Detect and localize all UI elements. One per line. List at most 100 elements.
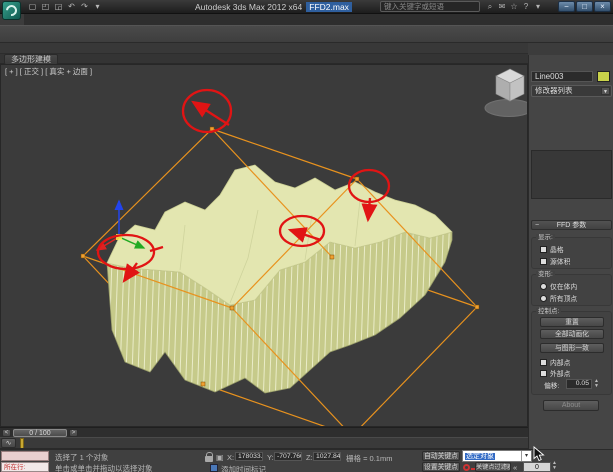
modifier-list-label: 修改器列表 [535, 86, 573, 95]
radio-icon [540, 283, 547, 290]
lattice-label: 晶格 [550, 247, 564, 254]
lattice-checkbox[interactable]: 晶格 [540, 244, 564, 254]
auto-key-button[interactable]: 自动关键点 [422, 451, 460, 461]
control-points-group: 控制点: 重置 全部动画化 与图形一致 内部点 外部点 偏移: 0.05 ▲ ▼ [531, 308, 612, 395]
modifier-stack [531, 150, 612, 199]
add-time-tag[interactable]: 添加时间标记 [221, 464, 266, 472]
communication-center-icon[interactable]: ✉ [496, 1, 508, 12]
maximize-button[interactable]: □ [576, 1, 593, 12]
prompt-line: 单击或单击并拖动以选择对象 [55, 464, 153, 472]
display-group: 显示: 晶格 源体积 [531, 234, 612, 269]
frame-spinner-icon[interactable]: ▲ ▼ [552, 461, 557, 471]
deform-group-label: 变形: [536, 271, 555, 279]
track-bar[interactable] [0, 437, 528, 449]
3dsmax-window: ▢ ◰ ◲ ↶ ↷ ▾ Autodesk 3ds Max 2012 x64 FFD2.max… [0, 0, 613, 472]
open-mini-curve-editor-button[interactable]: ∿ [1, 438, 16, 448]
checkbox-icon [540, 359, 547, 366]
app-logo-button[interactable] [2, 1, 21, 20]
minimize-button[interactable]: − [558, 1, 575, 12]
display-group-label: 显示: [536, 234, 555, 242]
favorites-icon[interactable]: ☆ [508, 1, 520, 12]
app-title: Autodesk 3ds Max 2012 x64 [195, 2, 303, 12]
time-tag-icon [210, 464, 218, 472]
set-keys-icon[interactable] [463, 464, 477, 471]
command-panel: Line003 修改器列表 ▼ − FFD 参数 显示: 晶格 源体积 变形: 仅… [528, 55, 613, 449]
search-placeholder: 键入关键字或短语 [384, 2, 444, 11]
checkbox-icon [540, 246, 547, 253]
y-coord-label: Y: [267, 453, 274, 462]
only-in-volume-label: 仅在体内 [550, 284, 578, 291]
window-title: Autodesk 3ds Max 2012 x64 FFD2.max [195, 2, 352, 12]
object-name-field[interactable]: Line003 [531, 71, 593, 82]
open-file-icon[interactable]: ◰ [39, 1, 52, 12]
maxscript-listener-pane[interactable]: 所在行: [1, 462, 49, 472]
search-icon[interactable]: ⌕ [484, 1, 496, 12]
spinner-arrows-icon[interactable]: ▲ ▼ [594, 379, 599, 389]
outside-points-label: 外部点 [550, 371, 571, 378]
viewcube[interactable] [484, 68, 534, 117]
z-coord-label: Z: [306, 453, 313, 462]
help-dropdown-icon[interactable]: ▾ [532, 1, 544, 12]
offset-spinner[interactable]: 0.05 [566, 379, 592, 389]
y-coord-field[interactable]: -707.760m [274, 452, 302, 461]
ffd-params-rollout-header[interactable]: − FFD 参数 [531, 220, 612, 230]
infocenter-icons: ⌕ ✉ ☆? ▾ [484, 1, 544, 12]
main-toolbar [0, 25, 613, 43]
time-slider-handle[interactable]: 0 / 100 [13, 429, 67, 437]
search-input[interactable]: 键入关键字或短语 [380, 1, 480, 12]
checkbox-icon [540, 258, 547, 265]
x-coord-field[interactable]: 178033.253m [235, 452, 263, 461]
reset-button[interactable]: 重置 [540, 317, 604, 327]
outside-points-checkbox[interactable]: 外部点 [540, 368, 570, 378]
workspaces-dropdown-icon[interactable]: ▾ [91, 1, 104, 12]
undo-icon[interactable]: ↶ [65, 1, 78, 12]
conform-to-shape-button[interactable]: 与图形一致 [540, 343, 604, 353]
selection-lock-icon[interactable] [205, 452, 213, 462]
next-frame-arrow[interactable]: > [69, 429, 78, 437]
all-vertices-label: 所有顶点 [550, 296, 578, 303]
key-filters-button[interactable]: 关键点过滤器... [475, 462, 511, 472]
about-button[interactable]: About [543, 400, 599, 411]
help-icon[interactable]: ? [520, 1, 532, 12]
modifier-list-dropdown[interactable]: 修改器列表 ▼ [531, 85, 612, 97]
deform-group: 变形: 仅在体内 所有顶点 [531, 271, 612, 306]
chevron-down-icon[interactable]: ▾ [521, 451, 531, 461]
selection-set-value: 选定对象 [465, 453, 495, 460]
viewport-scene [80, 68, 534, 437]
absolute-relative-toggle-icon[interactable]: ▣ [216, 453, 224, 462]
new-file-icon[interactable]: ▢ [26, 1, 39, 12]
offset-label: 偏移: [544, 383, 560, 390]
redo-icon[interactable]: ↷ [78, 1, 91, 12]
control-points-group-label: 控制点: [536, 308, 562, 316]
document-title: FFD2.max [306, 2, 352, 12]
only-in-volume-radio[interactable]: 仅在体内 [540, 281, 577, 291]
object-color-swatch[interactable] [597, 71, 610, 82]
current-frame-field[interactable]: 0 [523, 462, 551, 472]
all-vertices-radio[interactable]: 所有顶点 [540, 293, 577, 303]
viewport[interactable]: [ + ] [ 正交 ] [ 真实 + 边面 ] [0, 64, 534, 437]
quick-access-toolbar: ▢ ◰ ◲ ↶ ↷ ▾ [26, 1, 104, 12]
z-coord-field[interactable]: 1027.844m [313, 452, 341, 461]
time-slider: < 0 / 100 > [0, 427, 528, 437]
source-volume-checkbox[interactable]: 源体积 [540, 256, 570, 266]
inside-points-checkbox[interactable]: 内部点 [540, 357, 570, 367]
viewport-label[interactable]: [ + ] [ 正交 ] [ 真实 + 边面 ] [5, 66, 92, 77]
save-file-icon[interactable]: ◲ [52, 1, 65, 12]
title-bar: ▢ ◰ ◲ ↶ ↷ ▾ Autodesk 3ds Max 2012 x64 FFD2.max… [0, 0, 613, 20]
radio-icon [540, 295, 547, 302]
grid-setting: 栅格 = 0.1mm [346, 454, 393, 463]
current-frame-marker[interactable] [20, 438, 24, 448]
close-button[interactable]: × [594, 1, 611, 12]
set-key-button[interactable]: 设置关键点 [422, 462, 460, 472]
animate-all-button[interactable]: 全部动画化 [540, 329, 604, 339]
ribbon-subrow: 多边形建模 [0, 54, 528, 65]
macro-recorder-pane[interactable] [1, 451, 49, 461]
source-volume-label: 源体积 [550, 259, 571, 266]
go-to-start-icon[interactable]: « [513, 463, 517, 472]
previous-frame-arrow[interactable]: < [2, 429, 11, 437]
mouse-cursor [533, 446, 545, 462]
3dsmax-logo-icon [3, 2, 20, 19]
selection-status: 选择了 1 个对象 [55, 453, 109, 462]
status-bar: 所在行: 选择了 1 个对象 单击或单击并拖动以选择对象 ▣ X: 178033… [0, 449, 613, 472]
selection-set-dropdown[interactable]: 选定对象 ▾ [462, 450, 532, 462]
